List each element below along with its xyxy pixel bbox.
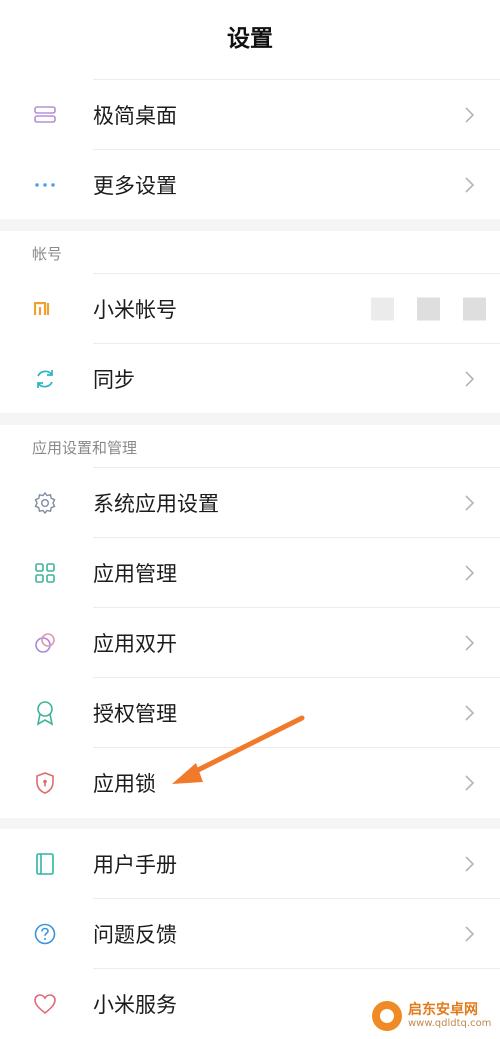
setting-item-app-management[interactable]: 应用管理 bbox=[0, 538, 500, 608]
setting-item-app-lock[interactable]: 应用锁 bbox=[0, 748, 500, 818]
setting-item-label: 应用管理 bbox=[93, 562, 177, 586]
chevron-right-icon bbox=[465, 856, 475, 872]
account-info-placeholder bbox=[371, 297, 486, 321]
setting-item-feedback[interactable]: 问题反馈 bbox=[0, 899, 500, 969]
watermark-url: www.qdldtq.com bbox=[408, 1018, 492, 1029]
more-dots-icon bbox=[31, 171, 59, 199]
setting-item-label: 小米服务 bbox=[93, 993, 177, 1017]
setting-item-label: 用户手册 bbox=[93, 853, 177, 877]
setting-item-label: 应用锁 bbox=[93, 772, 156, 796]
chevron-right-icon bbox=[465, 926, 475, 942]
badge-icon bbox=[31, 699, 59, 727]
setting-item-label: 极简桌面 bbox=[93, 104, 177, 128]
setting-item-label: 系统应用设置 bbox=[93, 492, 219, 516]
setting-item-label: 授权管理 bbox=[93, 702, 177, 726]
heart-icon bbox=[31, 990, 59, 1018]
watermark-logo-icon bbox=[372, 1001, 402, 1031]
section-gap bbox=[0, 413, 500, 425]
section-gap bbox=[0, 818, 500, 829]
question-icon bbox=[31, 920, 59, 948]
section-title-apps: 应用设置和管理 bbox=[32, 439, 138, 457]
setting-item-dual-apps[interactable]: 应用双开 bbox=[0, 608, 500, 678]
section-gap bbox=[0, 219, 500, 231]
chevron-right-icon bbox=[465, 635, 475, 651]
chevron-right-icon bbox=[465, 107, 475, 123]
top-bar: 设置 bbox=[0, 0, 500, 80]
setting-item-minimal-desktop[interactable]: 极简桌面 bbox=[0, 80, 500, 150]
minimal-desktop-icon bbox=[31, 101, 59, 129]
setting-item-sync[interactable]: 同步 bbox=[0, 344, 500, 414]
setting-item-label: 问题反馈 bbox=[93, 923, 177, 947]
shield-lock-icon bbox=[31, 769, 59, 797]
gear-icon bbox=[31, 489, 59, 517]
chevron-right-icon bbox=[465, 371, 475, 387]
sync-icon bbox=[31, 365, 59, 393]
apps-grid-icon bbox=[31, 559, 59, 587]
section-title-account: 帐号 bbox=[32, 245, 63, 263]
book-icon bbox=[31, 850, 59, 878]
chevron-right-icon bbox=[465, 775, 475, 791]
dual-app-icon bbox=[31, 629, 59, 657]
watermark: 启东安卓网 www.qdldtq.com bbox=[372, 996, 500, 1036]
setting-item-label: 应用双开 bbox=[93, 632, 177, 656]
setting-item-label: 更多设置 bbox=[93, 174, 177, 198]
setting-item-permissions[interactable]: 授权管理 bbox=[0, 678, 500, 748]
setting-item-label: 同步 bbox=[93, 368, 135, 392]
setting-item-mi-account[interactable]: 小米帐号 bbox=[0, 274, 500, 344]
chevron-right-icon bbox=[465, 495, 475, 511]
chevron-right-icon bbox=[465, 177, 475, 193]
setting-item-system-app-settings[interactable]: 系统应用设置 bbox=[0, 468, 500, 538]
setting-item-label: 小米帐号 bbox=[93, 298, 177, 322]
chevron-right-icon bbox=[465, 705, 475, 721]
chevron-right-icon bbox=[465, 565, 475, 581]
setting-item-more-settings[interactable]: 更多设置 bbox=[0, 150, 500, 220]
mi-logo-icon bbox=[31, 295, 59, 323]
watermark-name: 启东安卓网 bbox=[408, 1002, 478, 1018]
setting-item-user-manual[interactable]: 用户手册 bbox=[0, 829, 500, 899]
page-title: 设置 bbox=[227, 26, 273, 52]
